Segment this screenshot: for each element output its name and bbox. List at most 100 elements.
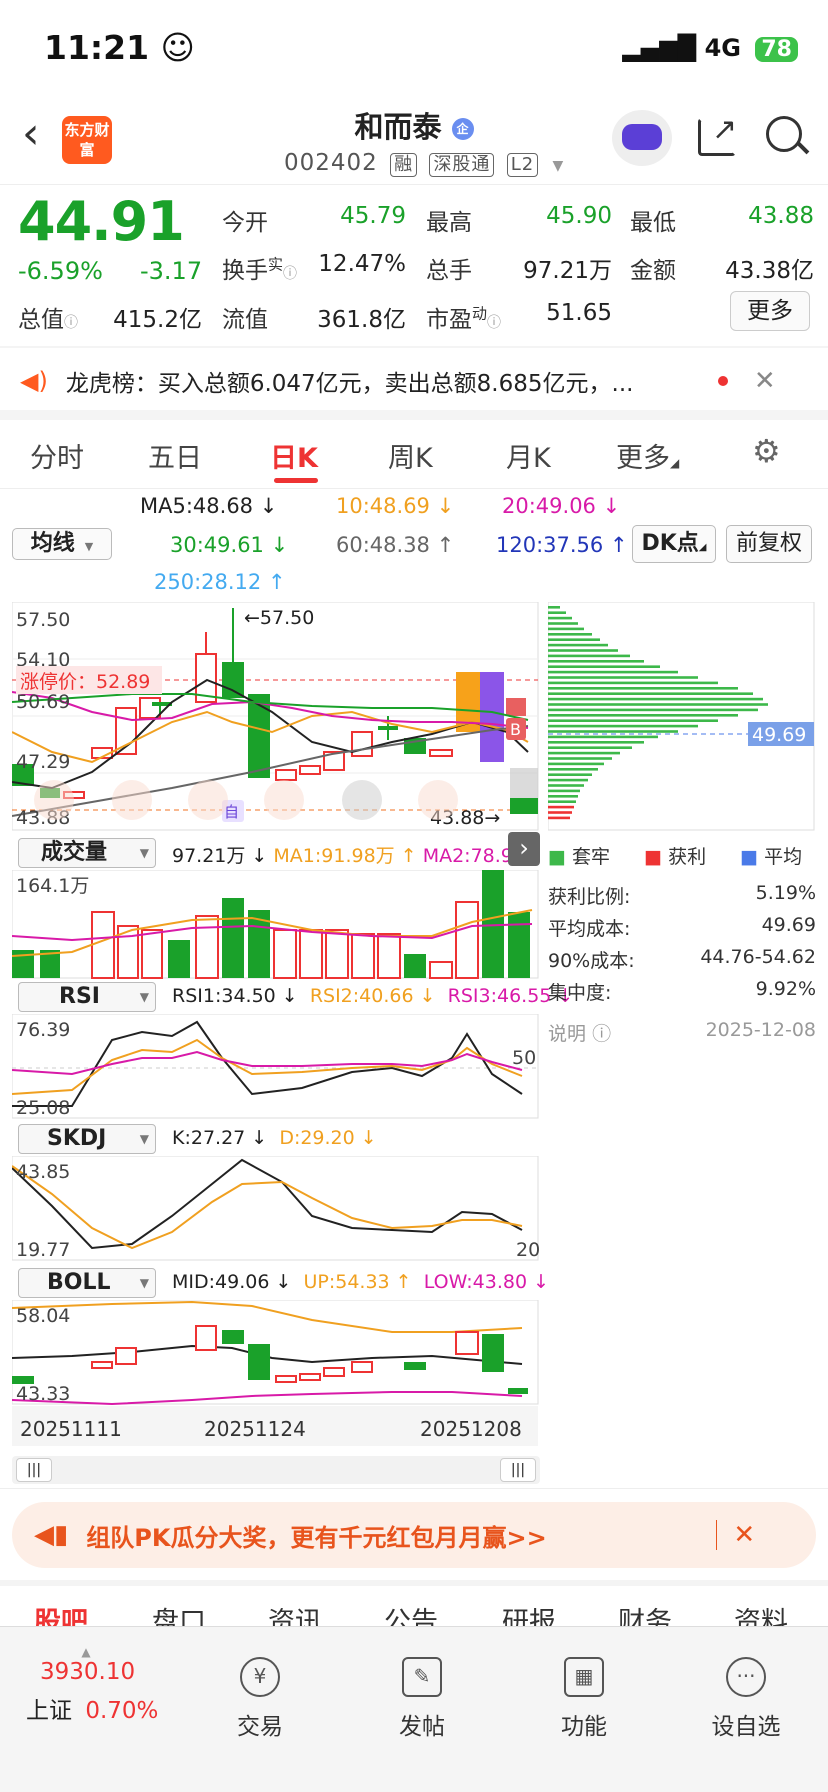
info-icon[interactable]: ⓘ bbox=[64, 315, 78, 331]
chip-bar bbox=[548, 784, 584, 787]
more-button[interactable]: 更多 bbox=[730, 291, 810, 331]
dk-point-button[interactable]: DK点◢ bbox=[632, 525, 716, 563]
low-value: 43.88 bbox=[748, 203, 814, 229]
tab-daily-k[interactable]: 日K bbox=[270, 436, 318, 475]
svg-text:20: 20 bbox=[516, 1239, 540, 1261]
search-icon[interactable] bbox=[766, 116, 802, 152]
pe-value: 51.65 bbox=[546, 300, 612, 326]
skdj-selector[interactable]: SKDJ ▼ bbox=[18, 1124, 156, 1154]
chip-bar bbox=[548, 795, 578, 798]
nav-post[interactable]: ✎ 发帖 bbox=[372, 1657, 472, 1741]
ma60-value: 60:48.38 ↑ bbox=[336, 533, 455, 557]
rsi-selector[interactable]: RSI ▼ bbox=[18, 982, 156, 1012]
tab-news[interactable]: 资讯 bbox=[268, 1600, 322, 1628]
scroll-handle-left[interactable]: ||| bbox=[16, 1458, 52, 1482]
divider bbox=[0, 184, 828, 185]
rsi-chart[interactable]: 76.39 25.08 50 bbox=[12, 1014, 540, 1120]
kline-chart[interactable]: 57.50 54.10 50.69 47.29 43.88 涨停价：52.89 … bbox=[12, 602, 540, 832]
boll-chart[interactable]: 58.04 43.33 20251111 20251124 20251208 bbox=[12, 1300, 540, 1448]
chip-bar bbox=[548, 692, 753, 695]
nav-add-watchlist[interactable]: ··· 设自选 bbox=[696, 1657, 796, 1741]
tab-more[interactable]: 更多◢ bbox=[616, 436, 679, 475]
tab-five-day[interactable]: 五日 bbox=[148, 436, 202, 475]
stock-code-row[interactable]: 002402 融 深股通 L2 ▼ bbox=[284, 150, 564, 177]
volume-values: 97.21万 ↓ MA1:91.98万 ↑ MA2:78.90万 bbox=[172, 845, 532, 867]
tab-weekly-k[interactable]: 周K bbox=[388, 436, 433, 475]
nav-functions[interactable]: ▦ 功能 bbox=[534, 1657, 634, 1741]
chip-bar bbox=[548, 627, 584, 631]
robot-assistant-icon[interactable] bbox=[612, 110, 672, 166]
tab-monthly-k[interactable]: 月K bbox=[506, 436, 551, 475]
chip-bar bbox=[548, 778, 588, 782]
tab-finance[interactable]: 财务 bbox=[618, 1600, 672, 1628]
settings-gear-icon[interactable]: ⚙ bbox=[752, 432, 781, 470]
chip-bar bbox=[548, 708, 758, 712]
speaker-icon: ◀) bbox=[20, 367, 48, 395]
banner-separator bbox=[716, 1520, 718, 1550]
tab-research[interactable]: 研报 bbox=[502, 1600, 556, 1628]
chart-scrollbar[interactable]: ||| ||| bbox=[12, 1456, 540, 1484]
chip-bar bbox=[548, 670, 678, 674]
promo-banner[interactable]: ◀▮ 组队PK瓜分大奖，更有千元红包月月赢>> ✕ bbox=[12, 1502, 816, 1568]
cost-90-row: 90%成本: 44.76-54.62 bbox=[548, 946, 816, 972]
forward-adjust-button[interactable]: 前复权 bbox=[726, 525, 812, 563]
svg-text:19.77: 19.77 bbox=[16, 1239, 70, 1261]
svg-text:50: 50 bbox=[512, 1047, 536, 1069]
divider bbox=[0, 1580, 828, 1586]
notice-text: 龙虎榜：买入总额6.047亿元，卖出总额8.685亿元，... bbox=[65, 371, 634, 397]
dragon-tiger-notice[interactable]: ◀) 龙虎榜：买入总额6.047亿元，卖出总额8.685亿元，... ✕ bbox=[0, 348, 828, 414]
volume-selector[interactable]: 成交量 ▼ bbox=[18, 838, 156, 868]
active-tab-underline bbox=[274, 478, 318, 483]
index-value: 3930.10 bbox=[40, 1659, 136, 1685]
amount-value: 43.38亿 bbox=[725, 258, 814, 284]
ma5-value: MA5:48.68 ↓ bbox=[140, 494, 278, 518]
chip-bar bbox=[548, 811, 572, 814]
ma-selector[interactable]: 均线 ▼ bbox=[12, 528, 112, 560]
chip-bar bbox=[548, 665, 660, 668]
tab-profile[interactable]: 资料 bbox=[734, 1600, 788, 1628]
tab-announcement[interactable]: 公告 bbox=[384, 1600, 438, 1628]
tab-intraday[interactable]: 分时 bbox=[30, 436, 84, 475]
tab-pankou[interactable]: 盘口 bbox=[152, 1600, 206, 1628]
tab-guba[interactable]: 股吧 bbox=[34, 1600, 88, 1628]
divider bbox=[0, 488, 828, 489]
high-value: 45.90 bbox=[546, 203, 612, 229]
chip-note-row[interactable]: 说明 ⓘ 2025-12-08 bbox=[548, 1019, 816, 1046]
banner-text: 组队PK瓜分大奖，更有千元红包月月赢>> bbox=[86, 1523, 547, 1552]
stock-name: 和而泰 bbox=[354, 110, 442, 144]
total-value: 415.2亿 bbox=[113, 307, 202, 333]
change-percent: -6.59% bbox=[18, 257, 103, 285]
svg-text:25.08: 25.08 bbox=[16, 1097, 70, 1119]
turnover-label: 换手实ⓘ bbox=[222, 255, 298, 284]
unread-dot-icon bbox=[717, 376, 728, 386]
scroll-handle-right[interactable]: ||| bbox=[500, 1458, 536, 1482]
skdj-chart[interactable]: 43.85 19.77 20 bbox=[12, 1156, 540, 1262]
content-tabs: 股吧 盘口 资讯 公告 研报 财务 资料 bbox=[0, 1588, 828, 1628]
nav-trade[interactable]: ¥ 交易 bbox=[210, 1657, 310, 1741]
chevron-down-icon: ▼ bbox=[552, 158, 565, 174]
bottom-nav: ▲ 3930.10 上证 0.70% ¥ 交易 ✎ 发帖 ▦ 功能 ··· 设自选 bbox=[0, 1626, 828, 1792]
index-ticker[interactable]: ▲ 3930.10 上证 0.70% bbox=[26, 1645, 176, 1725]
chip-legend: ■ 套牢 ■ 获利 ■ 平均 bbox=[548, 842, 816, 869]
close-icon[interactable]: ✕ bbox=[754, 366, 776, 396]
ma10-value: 10:48.69 ↓ bbox=[336, 494, 455, 518]
svg-text:43.85: 43.85 bbox=[16, 1161, 70, 1183]
turnover-value: 12.47% bbox=[318, 251, 406, 277]
chip-bar bbox=[548, 633, 592, 636]
boll-selector[interactable]: BOLL ▼ bbox=[18, 1268, 156, 1298]
index-change: 0.70% bbox=[85, 1698, 159, 1724]
chip-distribution-chart[interactable]: 49.69 bbox=[548, 602, 816, 832]
info-icon[interactable]: ⓘ bbox=[283, 266, 297, 282]
tag-margin: 融 bbox=[390, 153, 418, 177]
expand-arrow-icon[interactable]: › bbox=[508, 832, 540, 866]
concentration-row: 集中度: 9.92% bbox=[548, 978, 816, 1004]
volume-chart[interactable]: 164.1万 bbox=[12, 870, 540, 980]
skdj-values: K:27.27 ↓ D:29.20 ↓ bbox=[172, 1127, 377, 1149]
svg-text:58.04: 58.04 bbox=[16, 1305, 70, 1327]
yen-icon: ¥ bbox=[240, 1657, 280, 1697]
chip-bar bbox=[548, 816, 570, 820]
info-icon[interactable]: ⓘ bbox=[487, 315, 501, 331]
chip-bar bbox=[548, 724, 698, 728]
change-amount: -3.17 bbox=[140, 257, 203, 285]
close-icon[interactable]: ✕ bbox=[733, 1520, 755, 1550]
